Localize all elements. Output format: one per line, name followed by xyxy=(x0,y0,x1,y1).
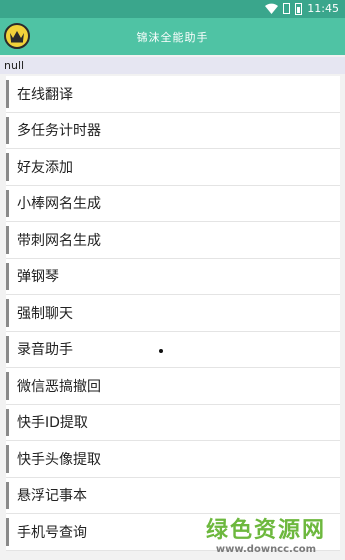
touch-indicator xyxy=(159,349,163,353)
menu-item-force-chat[interactable]: 强制聊天 xyxy=(6,295,340,332)
item-marker xyxy=(6,445,9,473)
menu-item-translate[interactable]: 在线翻译 xyxy=(6,76,340,113)
menu-item-label: 快手ID提取 xyxy=(17,415,88,432)
menu-item-label: 微信恶搞撤回 xyxy=(17,378,101,395)
item-marker xyxy=(6,481,9,509)
menu-item-label: 弹钢琴 xyxy=(17,269,59,286)
item-marker xyxy=(6,262,9,290)
menu-item-label: 小棒网名生成 xyxy=(17,196,101,213)
menu-item-label: 带刺网名生成 xyxy=(17,232,101,249)
menu-item-add-friend[interactable]: 好友添加 xyxy=(6,149,340,186)
menu-item-label: 录音助手 xyxy=(17,342,73,359)
watermark-title: 绿色资源网 xyxy=(205,517,326,543)
menu-item-kuaishou-id[interactable]: 快手ID提取 xyxy=(6,405,340,441)
item-marker xyxy=(6,372,9,400)
menu-item-label: 手机号查询 xyxy=(17,524,87,541)
item-marker xyxy=(6,335,9,363)
wifi-icon xyxy=(265,3,279,14)
item-marker xyxy=(6,226,9,254)
app-bar: 锦沫全能助手 xyxy=(0,18,345,55)
item-marker xyxy=(6,80,9,108)
item-marker xyxy=(6,153,9,181)
menu-item-label: 在线翻译 xyxy=(17,86,73,103)
menu-item-recorder[interactable]: 录音助手 xyxy=(6,332,340,368)
menu-item-wechat-recall[interactable]: 微信恶搞撤回 xyxy=(6,368,340,405)
status-bar: 11:45 xyxy=(0,0,345,18)
item-marker xyxy=(6,408,9,436)
subtitle-bar: null xyxy=(0,57,345,74)
item-marker xyxy=(6,518,9,546)
sim-icon xyxy=(283,3,291,14)
status-icons: 11:45 xyxy=(265,2,339,15)
menu-item-label: 快手头像提取 xyxy=(17,451,101,468)
watermark: 绿色资源网 www.downcc.com xyxy=(191,508,341,558)
menu-item-label: 悬浮记事本 xyxy=(17,488,87,505)
menu-item-piano[interactable]: 弹钢琴 xyxy=(6,259,340,295)
battery-icon xyxy=(295,2,303,15)
menu-item-nickname-generator-1[interactable]: 小棒网名生成 xyxy=(6,186,340,222)
item-marker xyxy=(6,189,9,217)
menu-item-multi-timer[interactable]: 多任务计时器 xyxy=(6,113,340,149)
menu-item-kuaishou-avatar[interactable]: 快手头像提取 xyxy=(6,441,340,478)
menu-item-label: 强制聊天 xyxy=(17,305,73,322)
menu-item-label: 多任务计时器 xyxy=(17,123,101,140)
menu-item-label: 好友添加 xyxy=(17,159,73,176)
watermark-url: www.downcc.com xyxy=(215,543,317,555)
menu-list: 在线翻译 多任务计时器 好友添加 小棒网名生成 带刺网名生成 弹钢琴 强制聊天 … xyxy=(6,76,340,551)
item-marker xyxy=(6,299,9,327)
menu-item-nickname-generator-2[interactable]: 带刺网名生成 xyxy=(6,222,340,259)
app-title: 锦沫全能助手 xyxy=(136,31,209,44)
status-time: 11:45 xyxy=(307,2,339,15)
item-marker xyxy=(6,116,9,144)
